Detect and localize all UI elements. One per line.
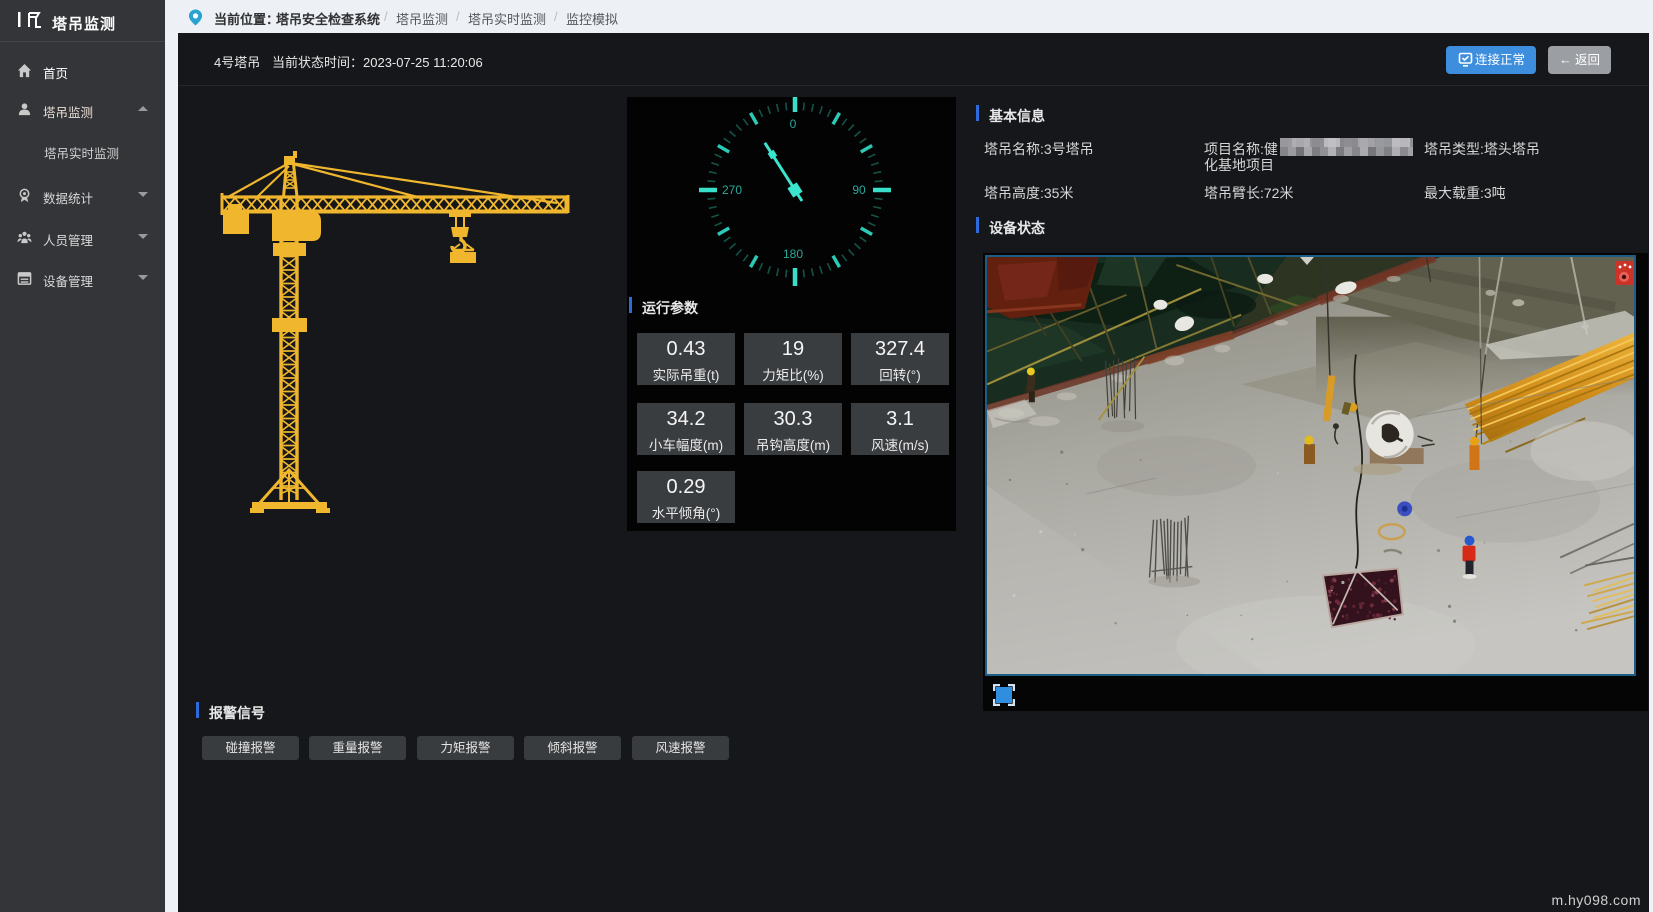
svg-text:90: 90 [852, 183, 866, 197]
svg-text:270: 270 [722, 183, 742, 197]
svg-text:180: 180 [783, 247, 803, 261]
svg-text:0: 0 [790, 117, 797, 131]
